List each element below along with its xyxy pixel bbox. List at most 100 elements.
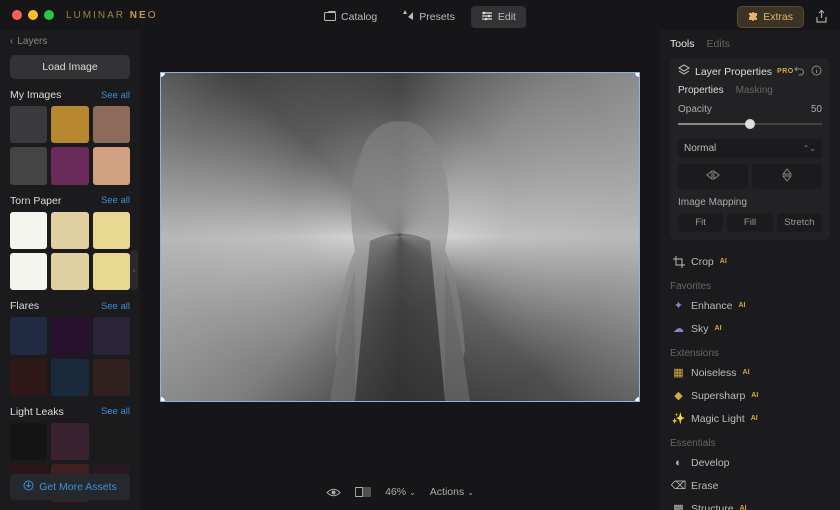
info-icon	[811, 65, 822, 76]
noiseless-icon: ▦	[672, 366, 685, 379]
mapping-stretch[interactable]: Stretch	[777, 213, 822, 232]
chevron-right-icon: ›	[133, 266, 136, 275]
extras-button[interactable]: Extras	[737, 6, 804, 28]
tab-edits[interactable]: Edits	[707, 38, 730, 50]
tool-structure[interactable]: ▩ Structure AI	[670, 497, 830, 510]
ai-badge: AI	[720, 258, 727, 265]
asset-thumbnail[interactable]	[10, 317, 47, 354]
tab-tools[interactable]: Tools	[670, 38, 695, 50]
updown-icon: ⌃⌄	[803, 144, 816, 153]
tool-magic-light[interactable]: ✨ Magic Light AI	[670, 407, 830, 430]
develop-icon: ◐	[672, 456, 685, 469]
zoom-value: 46%	[385, 486, 406, 498]
blend-mode-value: Normal	[684, 143, 716, 154]
ai-badge: AI	[751, 415, 758, 422]
asset-thumbnail[interactable]	[93, 106, 130, 143]
asset-thumbnail[interactable]	[51, 359, 88, 396]
section-my-images: My Images	[10, 89, 61, 101]
tool-supersharp[interactable]: ◆ Supersharp AI	[670, 384, 830, 407]
asset-thumbnail[interactable]	[51, 423, 88, 460]
window-minimize[interactable]	[28, 10, 38, 20]
asset-thumbnail[interactable]	[10, 423, 47, 460]
flip-v-icon	[782, 168, 792, 182]
seeall-torn-paper[interactable]: See all	[101, 195, 130, 206]
asset-thumbnail[interactable]	[51, 317, 88, 354]
load-image-button[interactable]: Load Image	[10, 55, 130, 79]
ai-badge: AI	[743, 369, 750, 376]
asset-thumbnail[interactable]	[93, 253, 130, 290]
asset-thumbnail[interactable]	[10, 212, 47, 249]
nav-presets-label: Presets	[419, 11, 455, 23]
asset-thumbnail[interactable]	[10, 359, 47, 396]
get-more-label: Get More Assets	[39, 481, 117, 493]
erase-icon: ⌫	[672, 479, 685, 492]
section-flares: Flares	[10, 300, 39, 312]
undo-button[interactable]	[794, 65, 805, 79]
layers-sidebar: ‹ Layers Load Image My Images See all To…	[0, 30, 140, 510]
tool-noiseless[interactable]: ▦ Noiseless AI	[670, 361, 830, 384]
seeall-light-leaks[interactable]: See all	[101, 406, 130, 417]
category-essentials: Essentials	[670, 438, 830, 449]
subtab-properties[interactable]: Properties	[678, 85, 724, 96]
canvas-area: 46% ⌄ Actions ⌄	[140, 30, 660, 510]
mapping-fit[interactable]: Fit	[678, 213, 723, 232]
asset-thumbnail[interactable]	[51, 212, 88, 249]
seeall-flares[interactable]: See all	[101, 301, 130, 312]
layer-properties-panel: Layer Properties PRO Properties Masking …	[670, 58, 830, 240]
transform-handle-se[interactable]	[635, 397, 640, 402]
mapping-fill[interactable]: Fill	[727, 213, 772, 232]
window-close[interactable]	[12, 10, 22, 20]
asset-thumbnail[interactable]	[10, 253, 47, 290]
asset-thumbnail[interactable]	[51, 106, 88, 143]
category-extensions: Extensions	[670, 348, 830, 359]
nav-edit[interactable]: Edit	[471, 6, 526, 28]
asset-thumbnail[interactable]	[51, 147, 88, 184]
download-icon	[23, 480, 34, 494]
image-mapping-label: Image Mapping	[678, 197, 822, 208]
canvas-layer-subject	[300, 101, 500, 401]
blend-mode-select[interactable]: Normal ⌃⌄	[678, 139, 822, 158]
zoom-control[interactable]: 46% ⌄	[385, 486, 416, 498]
tool-develop[interactable]: ◐ Develop	[670, 451, 830, 474]
canvas[interactable]	[160, 72, 640, 402]
sidebar-expand-handle[interactable]: ›	[130, 250, 138, 290]
compare-toggle[interactable]	[355, 487, 371, 497]
asset-thumbnail[interactable]	[10, 147, 47, 184]
section-torn-paper: Torn Paper	[10, 195, 61, 207]
chevron-down-icon: ⌄	[409, 488, 416, 497]
get-more-assets-button[interactable]: Get More Assets	[10, 474, 130, 500]
nav-catalog[interactable]: Catalog	[314, 6, 387, 28]
tool-crop[interactable]: Crop AI	[670, 250, 830, 273]
back-to-layers[interactable]: ‹ Layers	[10, 36, 130, 47]
preview-toggle[interactable]	[326, 487, 341, 498]
asset-thumbnail[interactable]	[93, 317, 130, 354]
share-button[interactable]	[812, 8, 830, 26]
opacity-slider[interactable]	[678, 117, 822, 131]
tool-supersharp-label: Supersharp	[691, 390, 745, 402]
nav-presets[interactable]: Presets	[393, 6, 465, 28]
actions-menu[interactable]: Actions ⌄	[430, 486, 474, 498]
flip-horizontal-button[interactable]	[678, 164, 748, 189]
seeall-my-images[interactable]: See all	[101, 90, 130, 101]
asset-thumbnail[interactable]	[93, 147, 130, 184]
info-button[interactable]	[811, 65, 822, 79]
structure-icon: ▩	[672, 502, 685, 510]
tool-sky[interactable]: ☁ Sky AI	[670, 317, 830, 340]
asset-thumbnail[interactable]	[10, 106, 47, 143]
subtab-masking[interactable]: Masking	[736, 85, 773, 96]
asset-thumbnail[interactable]	[93, 212, 130, 249]
asset-thumbnail[interactable]	[93, 359, 130, 396]
tool-develop-label: Develop	[691, 457, 730, 469]
tool-structure-label: Structure	[691, 503, 734, 510]
actions-label: Actions	[430, 486, 464, 498]
window-zoom[interactable]	[44, 10, 54, 20]
ai-badge: AI	[715, 325, 722, 332]
tool-enhance[interactable]: ✦ Enhance AI	[670, 294, 830, 317]
flip-vertical-button[interactable]	[752, 164, 822, 189]
asset-thumbnail[interactable]	[51, 253, 88, 290]
tool-enhance-label: Enhance	[691, 300, 732, 312]
nav-catalog-label: Catalog	[341, 11, 377, 23]
back-label: Layers	[17, 36, 47, 47]
tool-erase[interactable]: ⌫ Erase	[670, 474, 830, 497]
asset-thumbnail[interactable]	[93, 423, 130, 460]
